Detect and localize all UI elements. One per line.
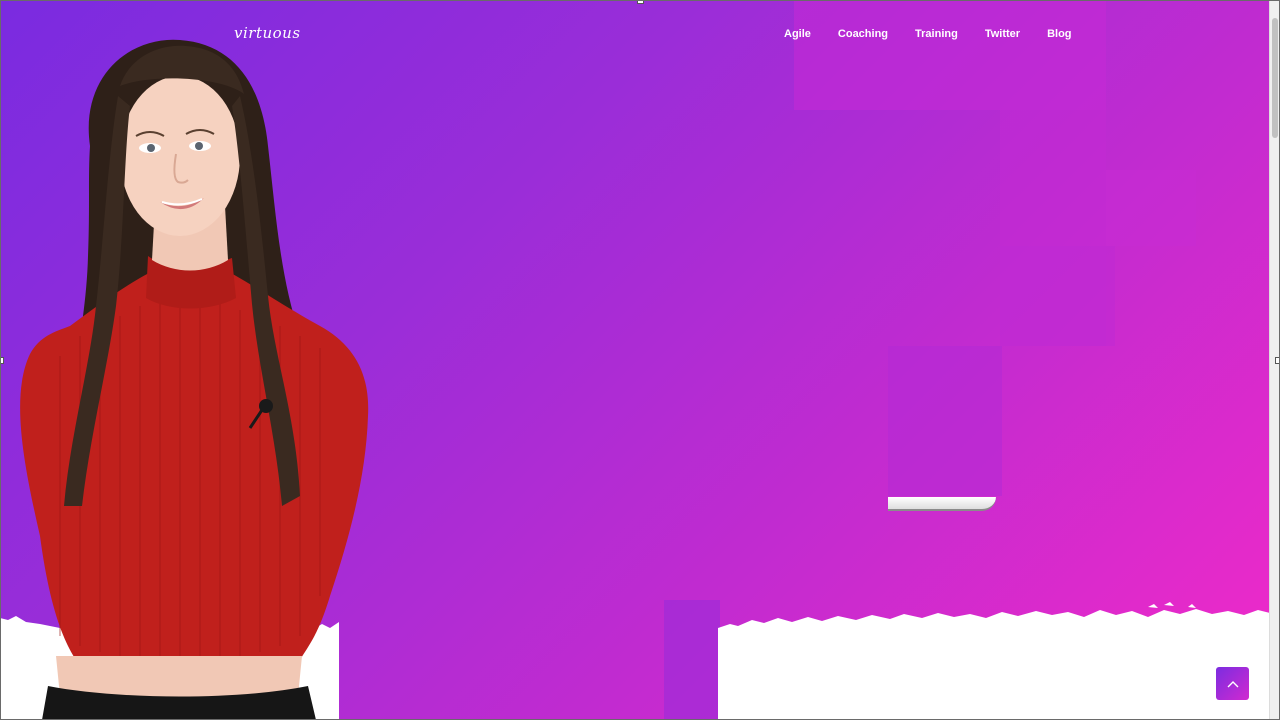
presenter-image bbox=[20, 39, 369, 720]
background-patch bbox=[1106, 170, 1196, 246]
white-footer-area bbox=[718, 632, 1270, 720]
chevron-up-icon bbox=[1227, 680, 1238, 687]
main-nav: Agile Coaching Training Twitter Blog bbox=[784, 28, 1072, 40]
floating-bar bbox=[888, 497, 996, 511]
background-patch bbox=[888, 346, 1002, 496]
nav-item-blog[interactable]: Blog bbox=[1047, 28, 1071, 40]
site-logo[interactable]: virtuous bbox=[234, 24, 301, 42]
background-patch bbox=[794, 0, 1106, 110]
scrollbar-thumb[interactable] bbox=[1272, 18, 1278, 138]
resize-handle[interactable] bbox=[0, 357, 4, 364]
nav-item-agile[interactable]: Agile bbox=[784, 28, 811, 40]
nav-item-coaching[interactable]: Coaching bbox=[838, 28, 888, 40]
nav-item-training[interactable]: Training bbox=[915, 28, 958, 40]
resize-handle[interactable] bbox=[1275, 357, 1280, 364]
back-to-top-button[interactable] bbox=[1216, 667, 1249, 700]
background-patch bbox=[664, 600, 720, 720]
background-patch bbox=[1000, 246, 1115, 346]
landing-page: virtuous Agile Coaching Training Twitter… bbox=[0, 0, 1280, 720]
resize-handle[interactable] bbox=[637, 0, 644, 4]
nav-item-twitter[interactable]: Twitter bbox=[985, 28, 1020, 40]
